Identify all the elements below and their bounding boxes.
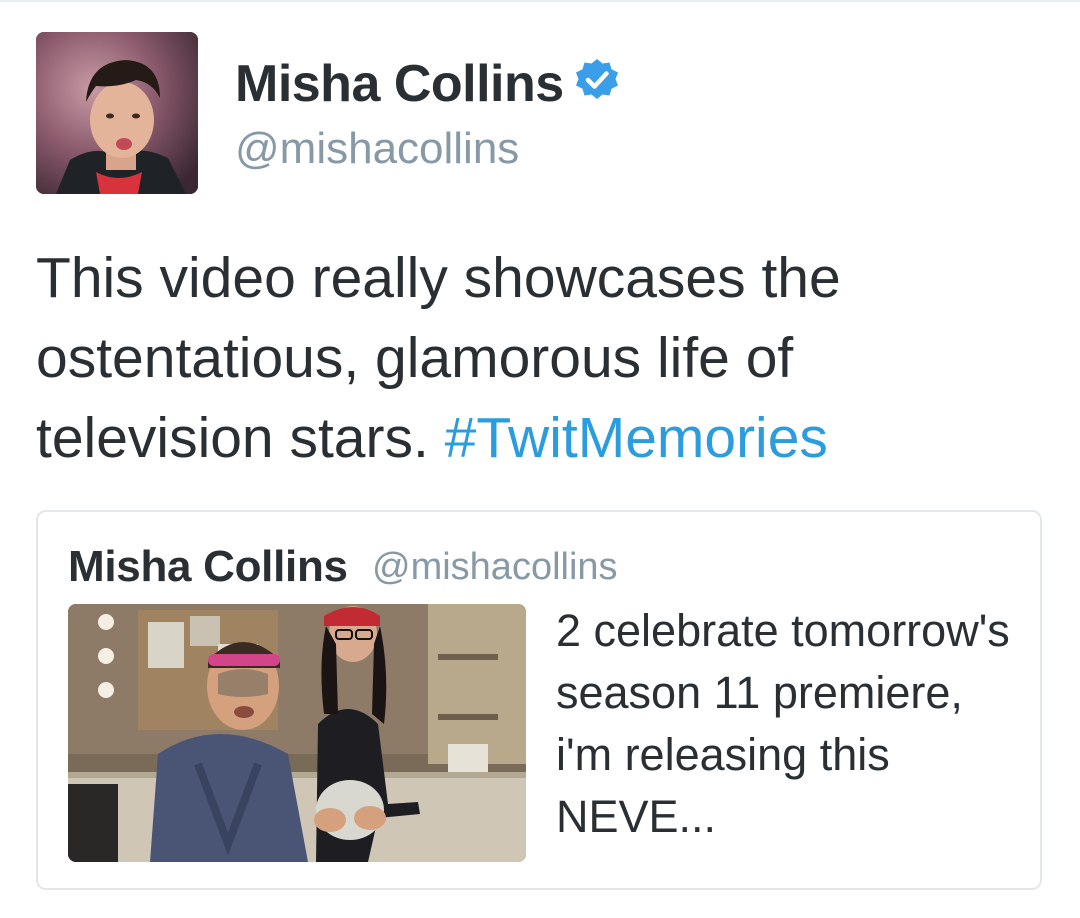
quoted-tweet-card[interactable]: Misha Collins @mishacollins 2 celebrate … bbox=[36, 510, 1042, 890]
quoted-author-handle: @mishacollins bbox=[372, 546, 618, 588]
quoted-video-thumbnail[interactable] bbox=[68, 604, 526, 862]
tweet-text: This video really showcases the ostentat… bbox=[36, 238, 1046, 478]
hashtag-link[interactable]: #TwitMemories bbox=[445, 406, 828, 470]
verified-badge-icon bbox=[576, 59, 618, 99]
author-handle[interactable]: @mishacollins bbox=[235, 124, 519, 174]
quoted-tweet-text: 2 celebrate tomorrow's season 11 premier… bbox=[556, 605, 1010, 842]
top-divider bbox=[0, 0, 1080, 2]
avatar[interactable] bbox=[36, 32, 198, 194]
quoted-author-name: Misha Collins bbox=[68, 542, 348, 591]
author-name[interactable]: Misha Collins bbox=[235, 54, 564, 114]
